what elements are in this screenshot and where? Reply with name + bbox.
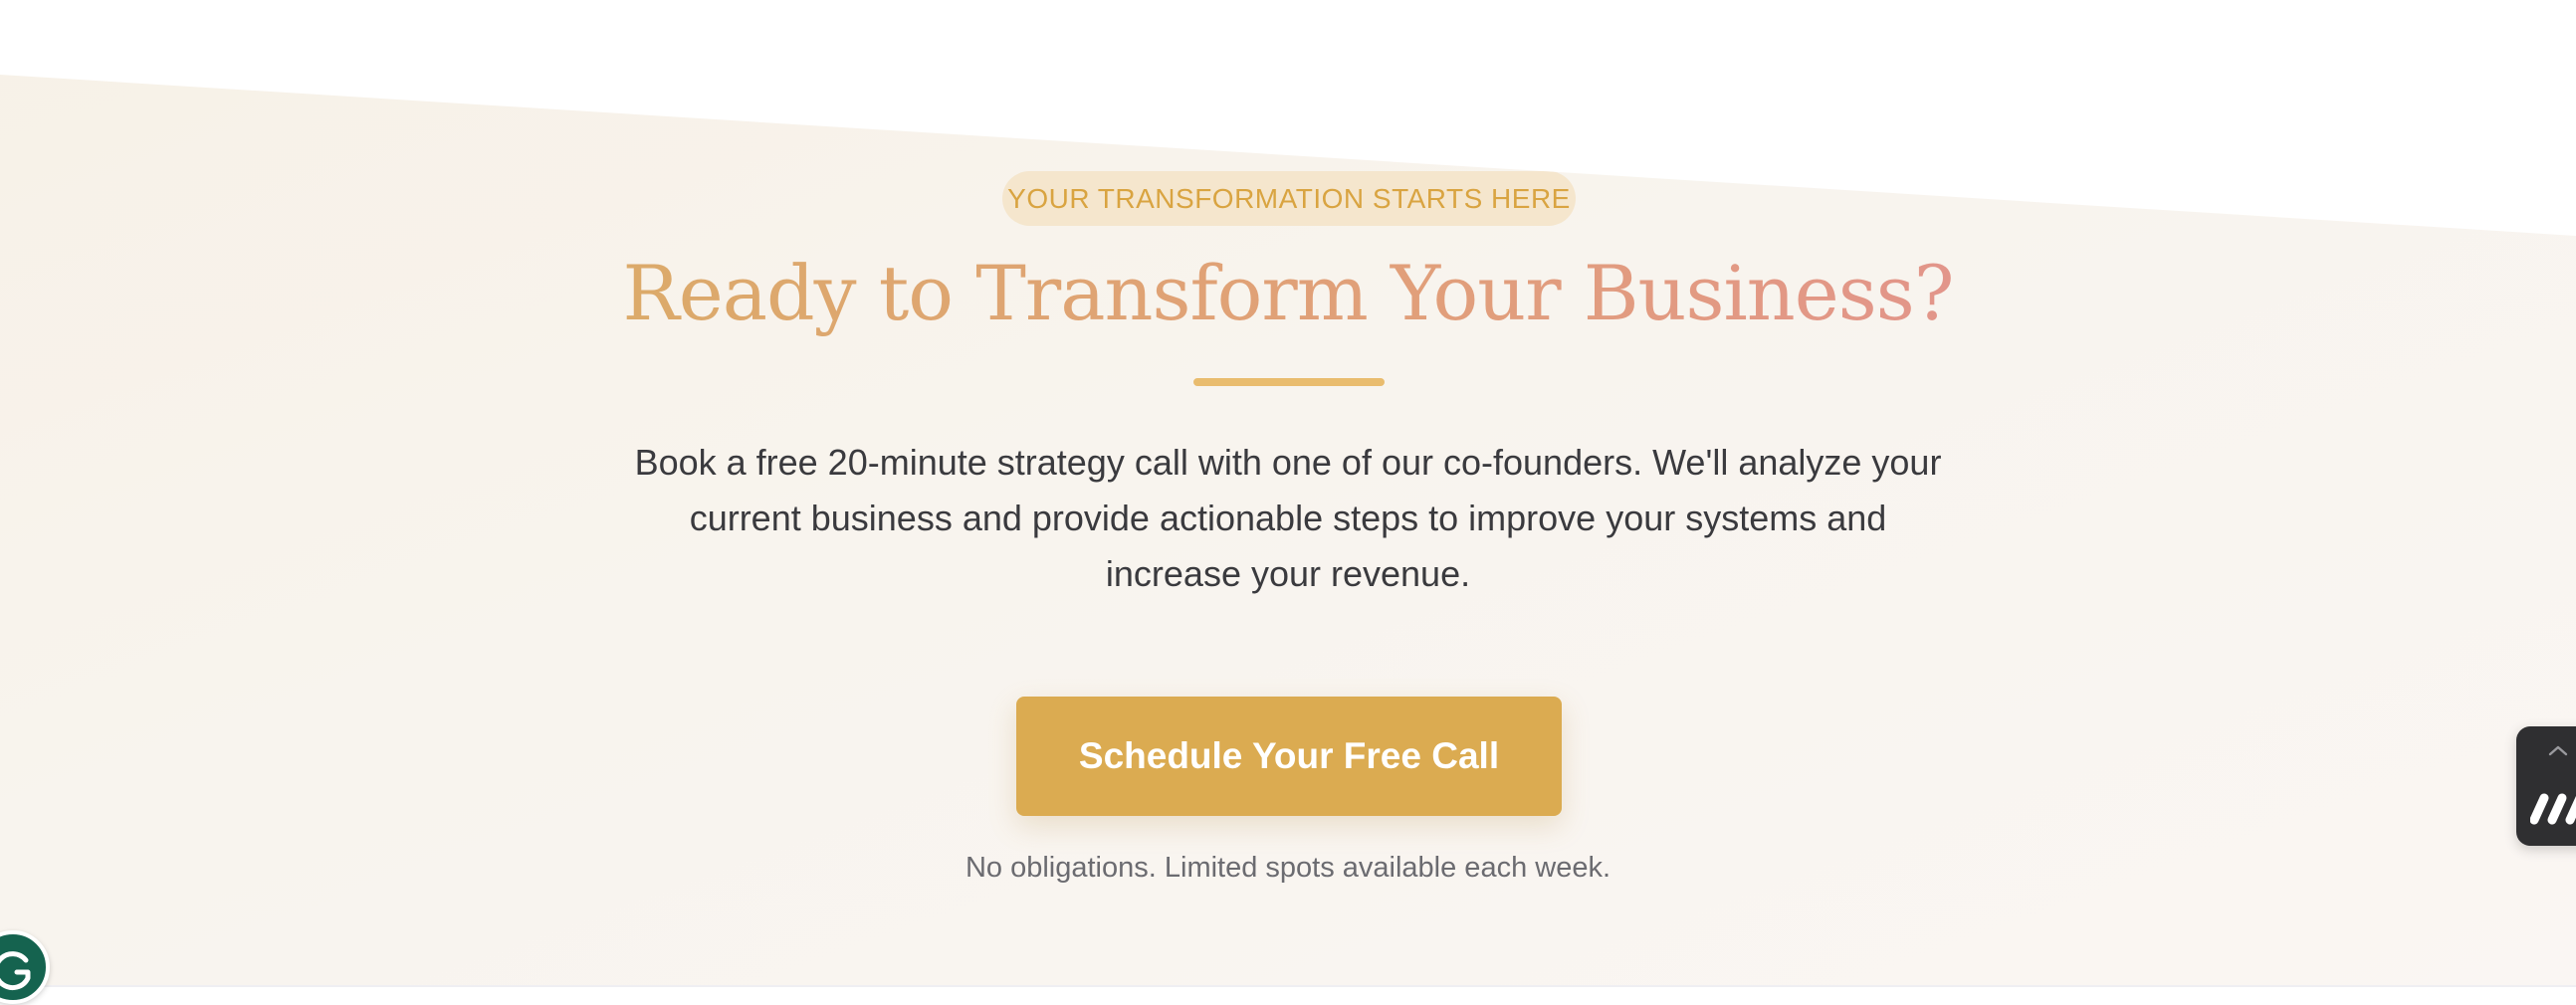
make-logo-icon: [2530, 793, 2576, 825]
cta-description: Book a free 20-minute strategy call with…: [634, 442, 1942, 594]
cta-headline-text: Ready to Transform Your Business?: [622, 249, 1955, 337]
grammarly-g-icon: [0, 951, 31, 991]
cta-section: YOUR TRANSFORMATION STARTS HERE Ready to…: [0, 75, 2576, 985]
eyebrow-badge: YOUR TRANSFORMATION STARTS HERE: [1002, 171, 1576, 226]
chevron-up-icon[interactable]: [2546, 742, 2570, 758]
page: YOUR TRANSFORMATION STARTS HERE Ready to…: [0, 0, 2576, 1005]
cta-headline: Ready to Transform Your Business?: [492, 239, 2084, 348]
side-chat-widget[interactable]: [2516, 726, 2576, 846]
schedule-call-button[interactable]: Schedule Your Free Call: [1016, 697, 1562, 816]
headline-divider: [1193, 378, 1385, 386]
cta-footnote: No obligations. Limited spots available …: [965, 852, 1611, 884]
section-divider: [0, 985, 2576, 987]
